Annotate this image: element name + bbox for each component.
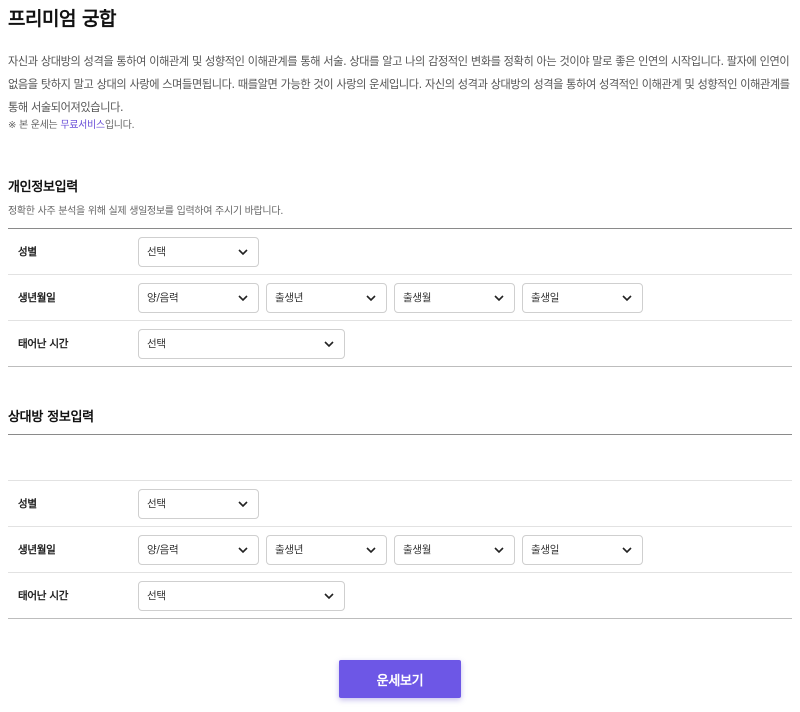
personal-form: 성별 선택 생년월일 양/음력 출생년 출생월 출생일 태어난 시간 선택 (8, 228, 792, 367)
partner-year-select[interactable]: 출생년 (266, 534, 387, 565)
personal-gender-value: 선택 (147, 246, 166, 258)
personal-day-select[interactable]: 출생일 (522, 282, 643, 313)
partner-time-row: 태어난 시간 선택 (8, 573, 792, 618)
personal-time-row: 태어난 시간 선택 (8, 321, 792, 366)
personal-year-value: 출생년 (275, 292, 304, 304)
chevron-down-icon (366, 294, 376, 301)
partner-month-value: 출생월 (403, 544, 432, 556)
page-title: 프리미엄 궁합 (8, 8, 117, 30)
personal-time-label: 태어난 시간 (18, 338, 69, 350)
partner-time-label: 태어난 시간 (18, 590, 69, 602)
personal-time-value: 선택 (147, 338, 166, 350)
partner-time-value: 선택 (147, 590, 166, 602)
personal-calendar-value: 양/음력 (147, 292, 179, 304)
note-suffix: 입니다. (104, 120, 135, 131)
personal-month-select[interactable]: 출생월 (394, 282, 515, 313)
chevron-down-icon (494, 546, 504, 553)
partner-year-value: 출생년 (275, 544, 304, 556)
partner-day-select[interactable]: 출생일 (522, 534, 643, 565)
personal-day-value: 출생일 (531, 292, 560, 304)
partner-form: 성별 선택 생년월일 양/음력 출생년 출생월 출생일 태어난 시간 선택 (8, 434, 792, 619)
service-note: ※ 본 운세는 무료서비스입니다. (8, 116, 135, 131)
personal-section-title: 개인정보입력 (8, 180, 78, 195)
chevron-down-icon (238, 546, 248, 553)
partner-gender-row: 성별 선택 (8, 480, 792, 527)
fortune-submit-button[interactable]: 운세보기 (339, 660, 461, 698)
partner-gender-value: 선택 (147, 498, 166, 510)
page-description: 자신과 상대방의 성격을 통하여 이해관계 및 성향적인 이해관계를 통해 서술… (8, 55, 790, 114)
chevron-down-icon (324, 340, 334, 347)
personal-time-select[interactable]: 선택 (138, 328, 345, 359)
personal-birth-label: 생년월일 (18, 292, 56, 304)
chevron-down-icon (622, 294, 632, 301)
personal-gender-row: 성별 선택 (8, 229, 792, 275)
partner-birth-label: 생년월일 (18, 544, 56, 556)
partner-month-select[interactable]: 출생월 (394, 534, 515, 565)
partner-section-title: 상대방 정보입력 (8, 410, 94, 425)
note-prefix: ※ 본 운세는 (8, 120, 61, 131)
partner-calendar-value: 양/음력 (147, 544, 179, 556)
partner-calendar-select[interactable]: 양/음력 (138, 534, 259, 565)
chevron-down-icon (238, 500, 248, 507)
personal-gender-select[interactable]: 선택 (138, 236, 259, 267)
chevron-down-icon (494, 294, 504, 301)
personal-gender-label: 성별 (18, 246, 37, 258)
chevron-down-icon (324, 592, 334, 599)
chevron-down-icon (622, 546, 632, 553)
page: 프리미엄 궁합 자신과 상대방의 성격을 통하여 이해관계 및 성향적인 이해관… (0, 0, 800, 712)
personal-month-value: 출생월 (403, 292, 432, 304)
partner-birth-row: 생년월일 양/음력 출생년 출생월 출생일 (8, 527, 792, 573)
partner-time-select[interactable]: 선택 (138, 580, 345, 611)
partner-gender-label: 성별 (18, 498, 37, 510)
partner-gender-select[interactable]: 선택 (138, 488, 259, 519)
free-service-link[interactable]: 무료서비스 (60, 120, 105, 131)
personal-calendar-select[interactable]: 양/음력 (138, 282, 259, 313)
partner-day-value: 출생일 (531, 544, 560, 556)
chevron-down-icon (366, 546, 376, 553)
personal-birth-row: 생년월일 양/음력 출생년 출생월 출생일 (8, 275, 792, 321)
personal-section-subtitle: 정확한 사주 분석을 위해 실제 생일정보를 입력하여 주시기 바랍니다. (8, 206, 284, 217)
chevron-down-icon (238, 248, 248, 255)
personal-year-select[interactable]: 출생년 (266, 282, 387, 313)
chevron-down-icon (238, 294, 248, 301)
